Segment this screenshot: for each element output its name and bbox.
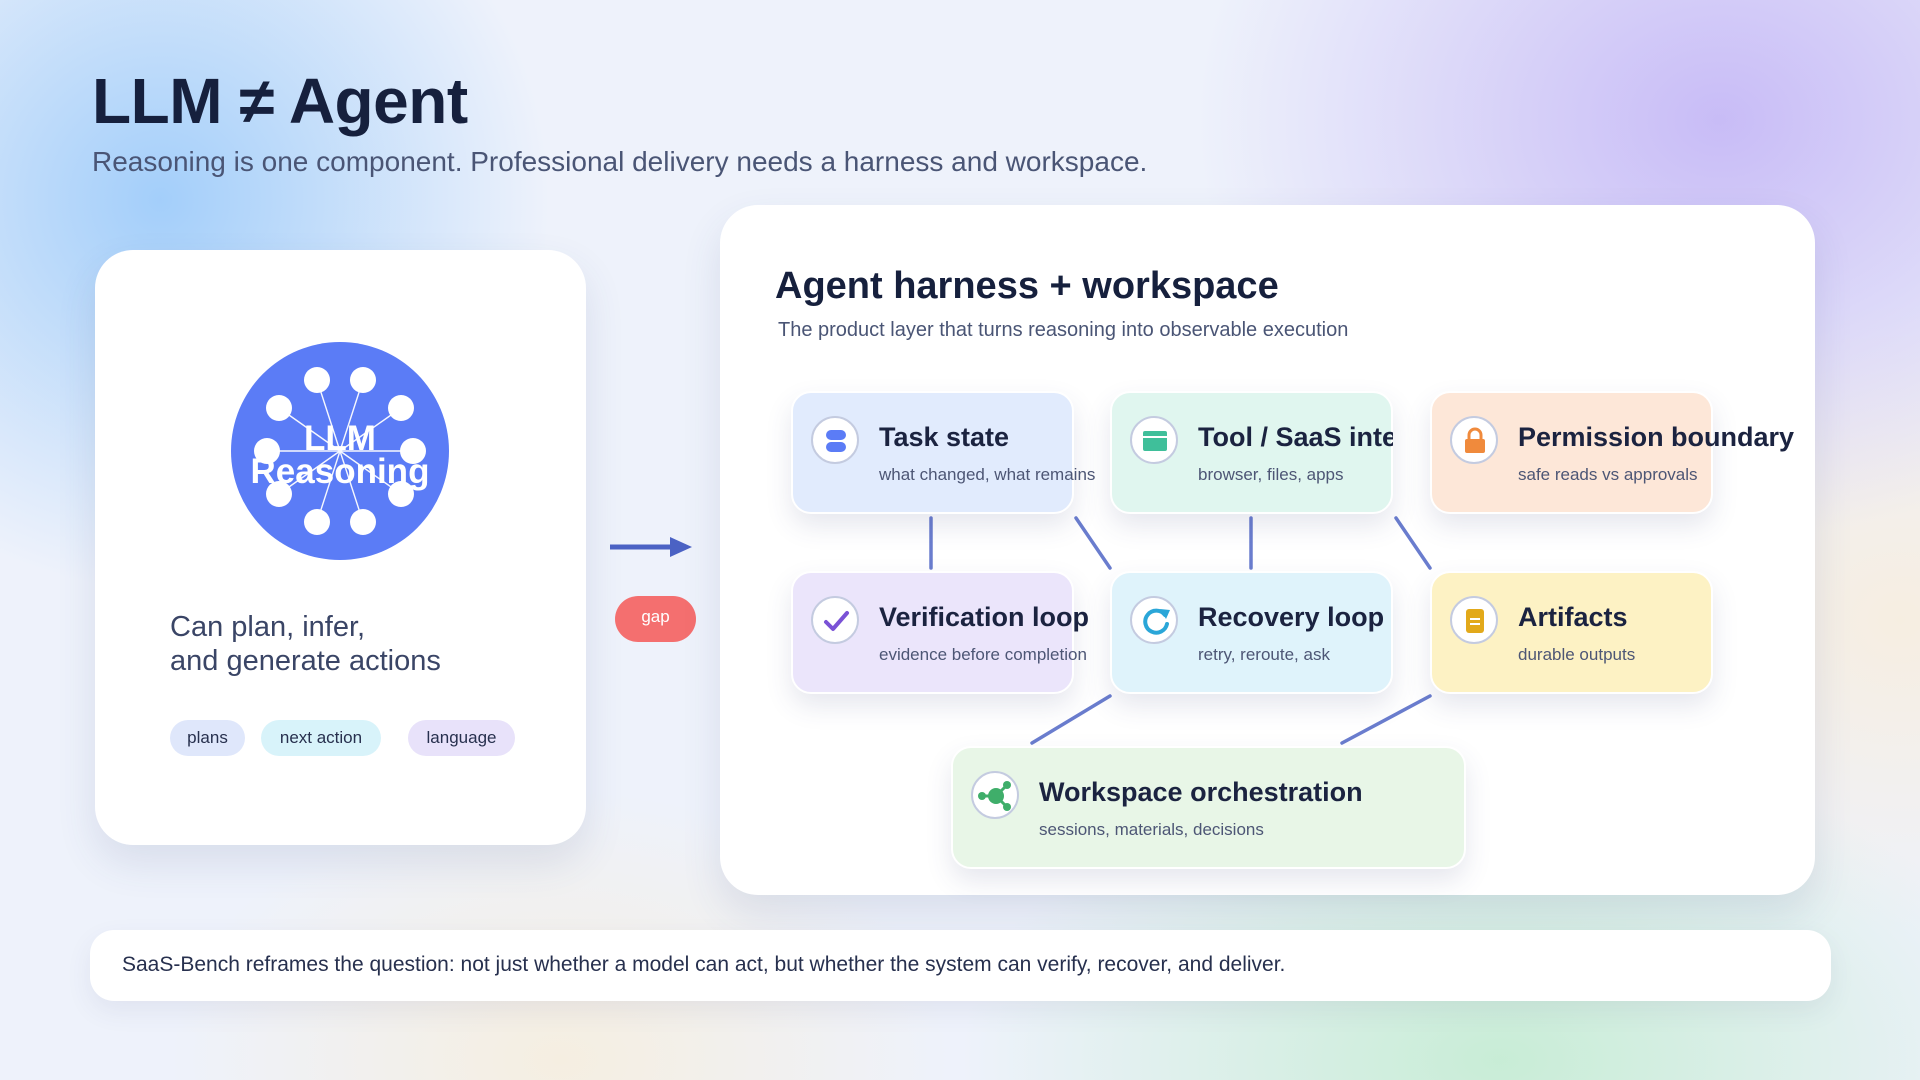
node-title: Permission boundary (1518, 422, 1795, 452)
hub-icon (971, 771, 1019, 819)
footer-callout: SaaS-Bench reframes the question: not ju… (90, 930, 1831, 1001)
gap-badge: gap (615, 596, 696, 642)
node-workspace-orchestration: Workspace orchestration sessions, materi… (951, 746, 1466, 869)
chip-next-action: next action (261, 720, 381, 756)
database-icon (811, 416, 859, 464)
node-title: Tool / SaaS interface (1198, 422, 1393, 452)
browser-window-icon (1130, 416, 1178, 464)
node-artifacts: Artifacts durable outputs (1430, 571, 1713, 694)
node-task-state: Task state what changed, what remains (791, 391, 1095, 514)
lock-icon (1450, 416, 1498, 464)
node-subtitle: browser, files, apps (1198, 465, 1344, 484)
llm-label-line1: LLM (304, 419, 376, 458)
llm-description-line2: and generate actions (170, 645, 441, 677)
node-title: Recovery loop (1198, 602, 1385, 632)
page-subtitle: Reasoning is one component. Professional… (92, 146, 1148, 177)
page-title: LLM ≠ Agent (92, 65, 468, 137)
arrow-right-icon (610, 537, 692, 557)
node-subtitle: evidence before completion (879, 645, 1087, 664)
document-icon (1450, 596, 1498, 644)
node-title: Artifacts (1518, 602, 1628, 632)
node-subtitle: what changed, what remains (879, 465, 1096, 484)
harness-card: Agent harness + workspace The product la… (720, 205, 1815, 895)
node-recovery-loop: Recovery loop retry, reroute, ask (1110, 571, 1393, 694)
llm-label-line2: Reasoning (250, 452, 430, 491)
node-title: Verification loop (879, 602, 1090, 632)
chip-language: language (408, 720, 515, 756)
llm-circle-label: LLM Reasoning (231, 419, 449, 491)
footer-text: SaaS-Bench reframes the question: not ju… (122, 953, 1286, 976)
llm-description: Can plan, infer, and generate actions (170, 610, 550, 678)
node-permission-boundary: Permission boundary safe reads vs approv… (1430, 391, 1794, 514)
node-tool-saas-interface: Tool / SaaS interface browser, files, ap… (1110, 391, 1393, 514)
llm-description-line1: Can plan, infer, (170, 611, 366, 643)
node-verification-loop: Verification loop evidence before comple… (791, 571, 1089, 694)
chip-plans: plans (170, 720, 245, 756)
node-subtitle: retry, reroute, ask (1198, 645, 1330, 664)
node-title: Workspace orchestration (1039, 777, 1363, 807)
node-title: Task state (879, 422, 1010, 452)
checkmark-icon (811, 596, 859, 644)
llm-card: LLM Reasoning Can plan, infer, and gener… (95, 250, 586, 845)
refresh-icon (1130, 596, 1178, 644)
node-subtitle: safe reads vs approvals (1518, 465, 1698, 484)
node-subtitle: durable outputs (1518, 645, 1636, 664)
node-subtitle: sessions, materials, decisions (1039, 820, 1264, 839)
